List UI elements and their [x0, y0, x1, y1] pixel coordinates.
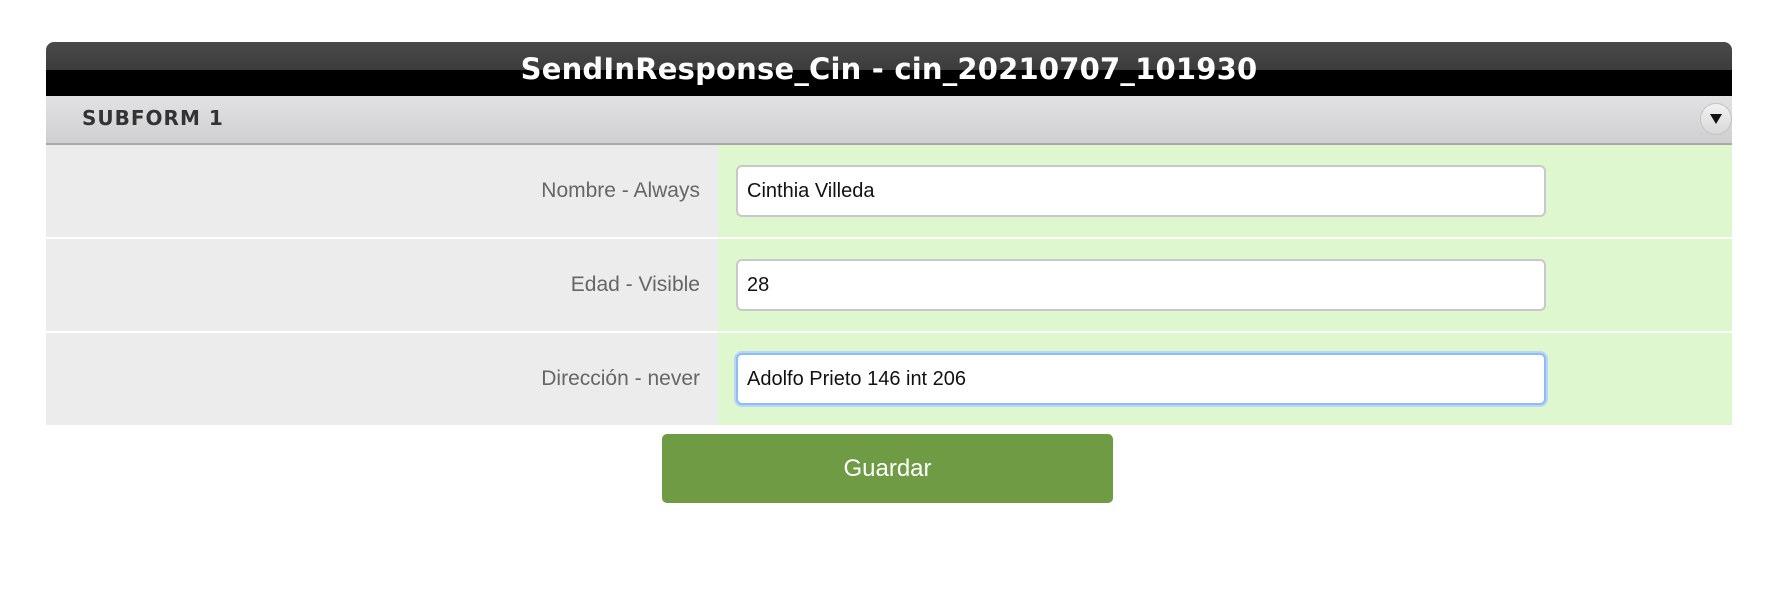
save-button[interactable]: Guardar — [662, 434, 1113, 503]
field-cell-direccion — [718, 333, 1732, 425]
direccion-input[interactable] — [736, 353, 1546, 405]
form-title: SendInResponse_Cin - cin_20210707_101930 — [520, 52, 1258, 86]
subform-title: SUBFORM 1 — [82, 106, 224, 130]
field-cell-nombre — [718, 145, 1732, 237]
collapse-subform-button[interactable] — [1700, 103, 1732, 135]
field-row-edad: Edad - Visible — [46, 239, 1732, 333]
nombre-input[interactable] — [736, 165, 1546, 217]
field-label-direccion: Dirección - never — [46, 333, 718, 425]
edad-input[interactable] — [736, 259, 1546, 311]
form-title-bar: SendInResponse_Cin - cin_20210707_101930 — [46, 42, 1732, 96]
chevron-down-icon — [1710, 114, 1722, 124]
field-row-nombre: Nombre - Always — [46, 145, 1732, 239]
field-label-edad: Edad - Visible — [46, 239, 718, 331]
field-label-nombre: Nombre - Always — [46, 145, 718, 237]
subform-header[interactable]: SUBFORM 1 — [46, 96, 1732, 145]
field-row-direccion: Dirección - never — [46, 333, 1732, 425]
form-panel: SendInResponse_Cin - cin_20210707_101930… — [46, 42, 1732, 425]
field-cell-edad — [718, 239, 1732, 331]
